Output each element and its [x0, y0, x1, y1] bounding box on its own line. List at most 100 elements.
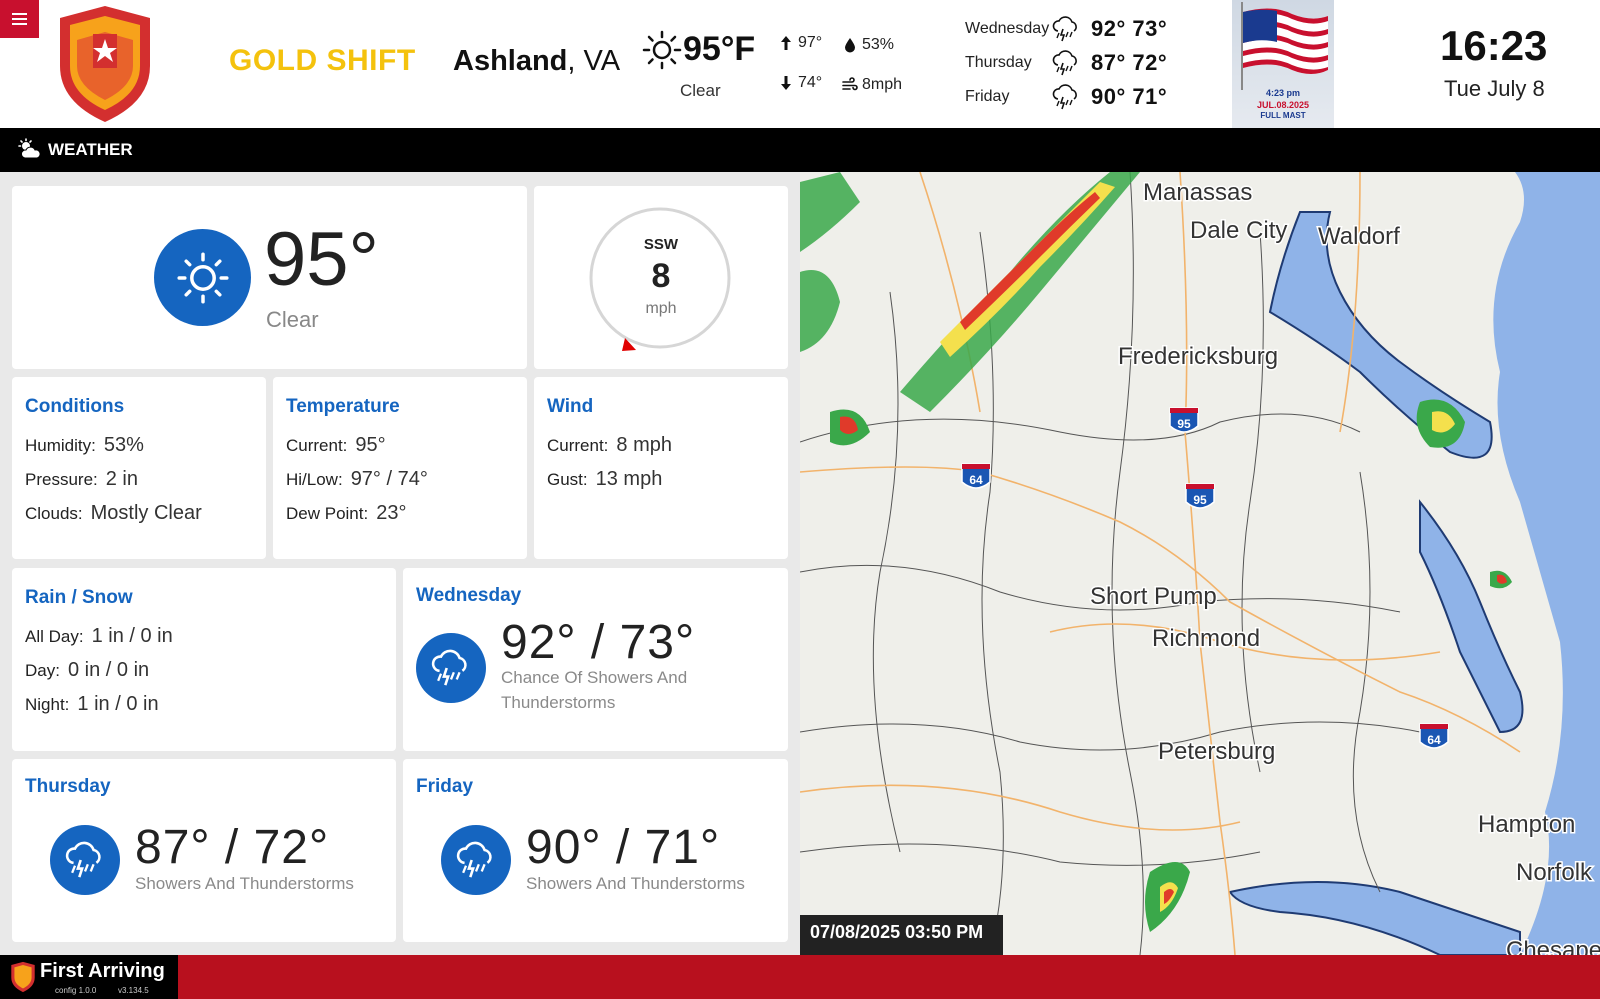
- shield-logo-icon: [60, 6, 150, 122]
- forecast-condition-line: Chance Of Showers And: [501, 668, 688, 687]
- map-label-richmond: Richmond: [1152, 625, 1260, 652]
- kv-value: 53%: [103, 434, 144, 456]
- forecast-row: Thursday 87° 72°: [965, 48, 1167, 78]
- kv-value: 8 mph: [616, 434, 673, 456]
- wind-stat: 8mph: [842, 76, 902, 94]
- forecast-temps: 87° / 72°: [135, 821, 330, 874]
- map-label-manassas: Manassas: [1143, 179, 1252, 206]
- forecast-row: Friday 90° 71°: [965, 82, 1167, 112]
- forecast-card-thursday: Thursday 87° / 72° Showers And Thunderst…: [12, 759, 396, 942]
- kv-value: 95°: [355, 434, 386, 456]
- current-weather-card: 95° Clear: [12, 186, 527, 369]
- kv-row: Clouds: Mostly Clear: [25, 502, 202, 525]
- kv-key: Night:: [25, 695, 70, 714]
- flag-date: JUL.08.2025: [1256, 100, 1310, 110]
- kv-row: Current: 95°: [286, 434, 386, 457]
- kv-key: Pressure:: [25, 470, 98, 489]
- us-flag-icon: [1241, 2, 1328, 90]
- wind-speed: 8: [651, 257, 671, 295]
- forecast-temps: 87° 72°: [1091, 50, 1168, 75]
- map-label-norfolk: Norfolk: [1516, 859, 1593, 886]
- card-title: Wednesday: [416, 585, 522, 606]
- storm-cloud-icon: [1052, 50, 1077, 76]
- kv-value: 13 mph: [595, 468, 663, 490]
- shift-label: GOLD SHIFT: [229, 44, 416, 77]
- forecast-temps: 92° 73°: [1091, 16, 1168, 41]
- arrow-up-icon: [781, 36, 791, 50]
- kv-value: Mostly Clear: [90, 502, 202, 524]
- section-bar: WEATHER: [0, 128, 1600, 172]
- kv-key: Current:: [547, 436, 609, 455]
- kv-row: Pressure: 2 in: [25, 468, 138, 491]
- flag-status-widget: 4:23 pm JUL.08.2025 FULL MAST: [1232, 0, 1334, 128]
- arrow-down-icon: [781, 76, 791, 90]
- config-version: config 1.0.0: [55, 986, 97, 995]
- kv-row: Current: 8 mph: [547, 434, 672, 457]
- kv-value: 1 in / 0 in: [91, 625, 173, 647]
- map-label-petersburg: Petersburg: [1158, 738, 1275, 765]
- forecast-day: Thursday: [965, 54, 1032, 71]
- wind-icon: [842, 77, 858, 91]
- wind-card: Wind Current: 8 mph Gust: 13 mph: [534, 377, 788, 559]
- forecast-condition: Chance Of Showers And Thunderstorms: [501, 665, 687, 715]
- droplet-icon: [845, 38, 855, 53]
- forecast-condition-line: Thunderstorms: [501, 693, 616, 712]
- conditions-card: Conditions Humidity: 53% Pressure: 2 in Cl…: [12, 377, 266, 559]
- storm-cloud-icon: [65, 841, 101, 878]
- kv-row: All Day: 1 in / 0 in: [25, 625, 173, 648]
- kv-value: 1 in / 0 in: [77, 693, 159, 715]
- map-label-fredericksburg: Fredericksburg: [1118, 343, 1278, 370]
- kv-key: Dew Point:: [286, 504, 369, 523]
- kv-value: 2 in: [105, 468, 138, 490]
- kv-key: Hi/Low:: [286, 470, 343, 489]
- kv-key: Day:: [25, 661, 60, 680]
- card-title: Rain / Snow: [25, 587, 133, 608]
- low-temp: 74°: [798, 74, 823, 91]
- radar-map[interactable]: 95 95 64 64 Manassas Dale City Waldorf F…: [800, 172, 1600, 955]
- map-label-dale-city: Dale City: [1190, 217, 1287, 244]
- brand-name: First Arriving: [40, 960, 165, 982]
- map-label-waldorf: Waldorf: [1318, 223, 1400, 250]
- menu-button[interactable]: [0, 0, 39, 38]
- forecast-icon: [441, 825, 511, 895]
- kv-key: All Day:: [25, 627, 84, 646]
- storm-cloud-icon: [1052, 84, 1077, 110]
- partly-cloudy-icon: [18, 138, 41, 159]
- kv-key: Clouds:: [25, 504, 83, 523]
- kv-value: 23°: [376, 502, 407, 524]
- wind-unit: mph: [645, 300, 677, 317]
- card-title: Temperature: [286, 396, 400, 417]
- kv-row: Dew Point: 23°: [286, 502, 406, 525]
- humidity-stat: 53%: [842, 36, 894, 54]
- forecast-condition: Showers And Thunderstorms: [135, 874, 354, 893]
- kv-row: Hi/Low: 97° / 74°: [286, 468, 428, 491]
- kv-value: 97° / 74°: [350, 468, 428, 490]
- kv-key: Gust:: [547, 470, 588, 489]
- footer-bar: First Arriving config 1.0.0 v3.134.5: [0, 955, 1600, 999]
- kv-row: Humidity: 53%: [25, 434, 144, 457]
- sun-icon: [176, 251, 229, 304]
- storm-cloud-icon: [431, 649, 467, 686]
- map-label-hampton: Hampton: [1478, 811, 1575, 838]
- kv-key: Current:: [286, 436, 348, 455]
- high-stat: 97°: [778, 34, 822, 52]
- rain-snow-card: Rain / Snow All Day: 1 in / 0 in Day: 0 in…: [12, 568, 396, 751]
- temperature-card: Temperature Current: 95° Hi/Low: 97° / 74°…: [273, 377, 527, 559]
- kv-key: Humidity:: [25, 436, 96, 455]
- i64-shield-label: 64: [969, 473, 983, 487]
- location: Ashland, VA: [453, 45, 620, 78]
- current-temp: 95°F: [683, 30, 756, 68]
- map-label-chesapeake: Chesapeake: [1506, 937, 1600, 955]
- kv-row: Day: 0 in / 0 in: [25, 659, 149, 682]
- sun-icon: [642, 30, 682, 70]
- forecast-day: Friday: [965, 88, 1010, 105]
- current-condition: Clear: [680, 81, 721, 100]
- forecast-condition: Showers And Thunderstorms: [526, 874, 745, 893]
- kv-value: 0 in / 0 in: [67, 659, 150, 681]
- card-title: Thursday: [25, 776, 111, 797]
- shield-logo-icon: [11, 961, 35, 993]
- city: Ashland: [453, 45, 568, 77]
- first-arriving-brand: First Arriving config 1.0.0 v3.134.5: [0, 955, 178, 999]
- forecast-icon: [416, 633, 486, 703]
- wind-value: 8mph: [862, 76, 903, 93]
